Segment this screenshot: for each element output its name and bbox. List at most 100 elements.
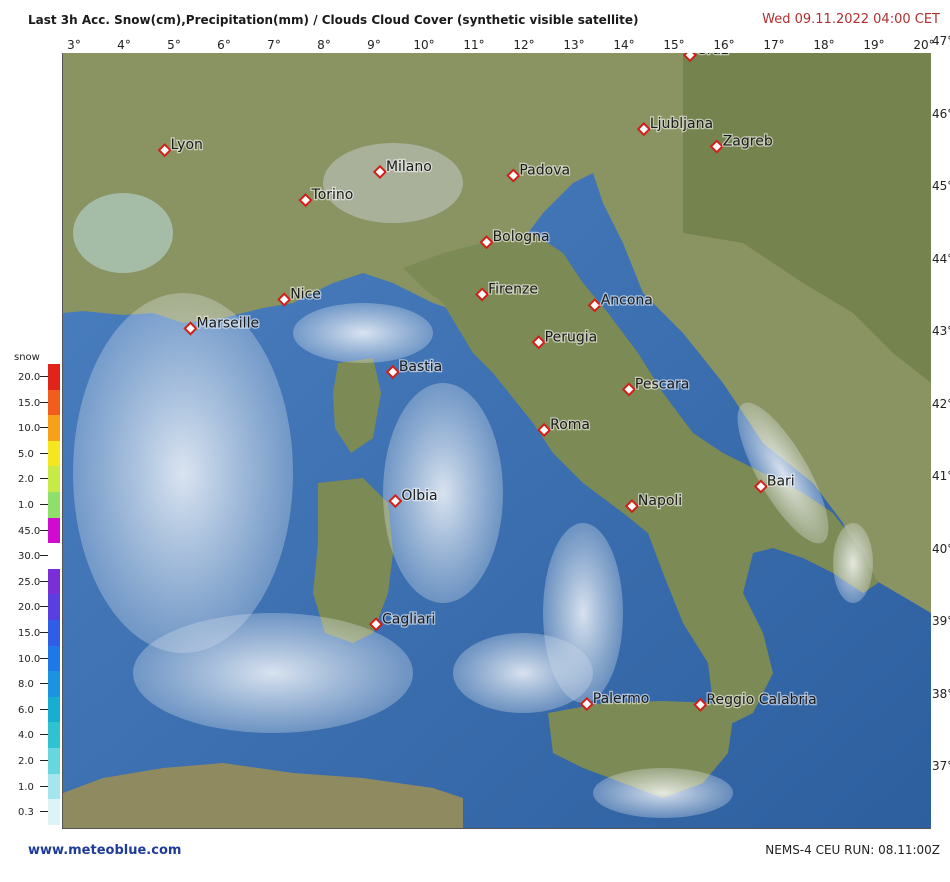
longitude-tick: 5°: [167, 38, 181, 52]
legend-row: 0.3: [0, 799, 62, 826]
legend-row: 1.0: [0, 773, 62, 800]
legend-swatch: [48, 568, 60, 595]
city-marker[interactable]: Marseille: [183, 314, 260, 336]
legend: snow 20.0 15.0 10.0 5.0 2.0 1.0 45.0 30.0 25.0 20…: [0, 352, 62, 832]
city-label: Firenze: [488, 281, 538, 297]
legend-row: 2.0: [0, 466, 62, 493]
latitude-tick: 40°: [932, 541, 950, 556]
weather-map[interactable]: Lyon Milano Torino Padova Ljubljana Zagreb Gra…: [62, 53, 931, 829]
legend-row: 15.0: [0, 620, 62, 646]
model-run-info: NEMS-4 CEU RUN: 08.11:00Z: [765, 843, 940, 857]
longitude-tick: 10°: [413, 38, 435, 52]
city-label: Roma: [550, 417, 590, 433]
legend-value: 5.0: [18, 448, 34, 460]
legend-value: 8.0: [18, 679, 34, 691]
legend-value: 2.0: [18, 474, 34, 486]
legend-swatch: [48, 722, 60, 749]
legend-tick: [40, 376, 48, 377]
city-label: Cagliari: [382, 611, 435, 627]
source-link[interactable]: www.meteoblue.com: [28, 843, 181, 858]
legend-row: 20.0: [0, 594, 62, 621]
longitude-tick: 6°: [217, 38, 231, 52]
city-marker[interactable]: Ljubljana: [636, 115, 714, 137]
legend-value: 1.0: [18, 500, 34, 511]
legend-value: 6.0: [18, 704, 34, 716]
legend-tick: [40, 580, 48, 582]
legend-row: 20.0: [0, 364, 62, 390]
legend-value: 4.0: [18, 730, 34, 742]
legend-row: 30.0: [0, 543, 62, 570]
legend-swatch: [48, 620, 60, 646]
legend-tick: [40, 504, 48, 505]
city-label: Pescara: [635, 376, 689, 392]
legend-tick: [40, 632, 48, 633]
legend-tick: [40, 452, 48, 454]
legend-value: 10.0: [18, 423, 41, 435]
latitude-tick: 41°: [932, 469, 950, 483]
legend-tick: [40, 708, 48, 710]
legend-tick: [40, 785, 48, 787]
city-label: Bari: [767, 474, 795, 490]
latitude-tick: 46°: [932, 106, 950, 121]
legend-value: 2.0: [18, 756, 34, 767]
legend-swatch: [48, 748, 60, 774]
legend-row: 25.0: [0, 568, 62, 595]
city-label: Napoli: [638, 493, 682, 509]
legend-swatch: [48, 364, 60, 390]
legend-swatch: [48, 773, 60, 800]
legend-swatch: [48, 799, 60, 826]
legend-tick: [40, 529, 48, 531]
longitude-tick: 15°: [663, 38, 685, 52]
longitude-tick: 18°: [813, 38, 835, 52]
legend-value: 20.0: [18, 372, 41, 383]
longitude-tick: 7°: [267, 38, 281, 52]
longitude-tick: 16°: [713, 38, 735, 52]
legend-swatch: [48, 671, 60, 698]
longitude-tick: 12°: [513, 38, 535, 52]
legend-swatch: [48, 440, 60, 467]
city-label: Nice: [290, 287, 321, 303]
legend-value: 15.0: [18, 397, 41, 409]
longitude-tick: 19°: [863, 38, 885, 52]
latitude-tick: 47°: [932, 34, 950, 48]
longitude-tick: 4°: [117, 38, 131, 52]
city-label: Reggio Calabria: [706, 692, 816, 708]
city-label: Torino: [311, 187, 354, 203]
legend-tick: [40, 683, 48, 685]
city-label: Bastia: [399, 359, 442, 375]
legend-row: 1.0: [0, 492, 62, 518]
longitude-tick: 17°: [763, 38, 785, 52]
city-marker[interactable]: Reggio Calabria: [693, 691, 818, 712]
legend-swatch: [48, 466, 60, 493]
latitude-tick: 44°: [932, 251, 950, 266]
map-title: Last 3h Acc. Snow(cm),Precipitation(mm) …: [28, 13, 639, 27]
latitude-tick: 42°: [932, 396, 950, 411]
city-label: Bologna: [493, 229, 550, 245]
legend-swatch: [48, 696, 60, 723]
legend-tick: [40, 760, 48, 761]
legend-swatch: [48, 645, 60, 672]
legend-tick: [40, 657, 48, 659]
legend-row: 10.0: [0, 415, 62, 442]
legend-value: 45.0: [18, 525, 41, 537]
legend-tick: [40, 606, 48, 608]
legend-tick: [40, 555, 48, 557]
map-canvas: Lyon Milano Torino Padova Ljubljana Zagreb Gra…: [63, 53, 931, 828]
latitude-tick: 39°: [932, 614, 950, 628]
legend-row: 6.0: [0, 696, 62, 723]
legend-tick: [40, 734, 48, 736]
latitude-tick: 45°: [932, 179, 950, 193]
legend-value: 15.0: [18, 628, 41, 639]
city-label: Perugia: [545, 329, 598, 345]
latitude-tick: 37°: [932, 759, 950, 773]
legend-swatch: [48, 415, 60, 442]
legend-swatch: [48, 389, 60, 416]
legend-tick: [40, 401, 48, 403]
city-label: Olbia: [401, 488, 437, 504]
longitude-tick: 14°: [613, 38, 635, 52]
legend-row: 15.0: [0, 389, 62, 416]
longitude-tick: 9°: [367, 38, 381, 52]
legend-value: 25.0: [18, 576, 41, 588]
city-label: Graz: [696, 53, 729, 58]
legend-tick: [40, 427, 48, 429]
